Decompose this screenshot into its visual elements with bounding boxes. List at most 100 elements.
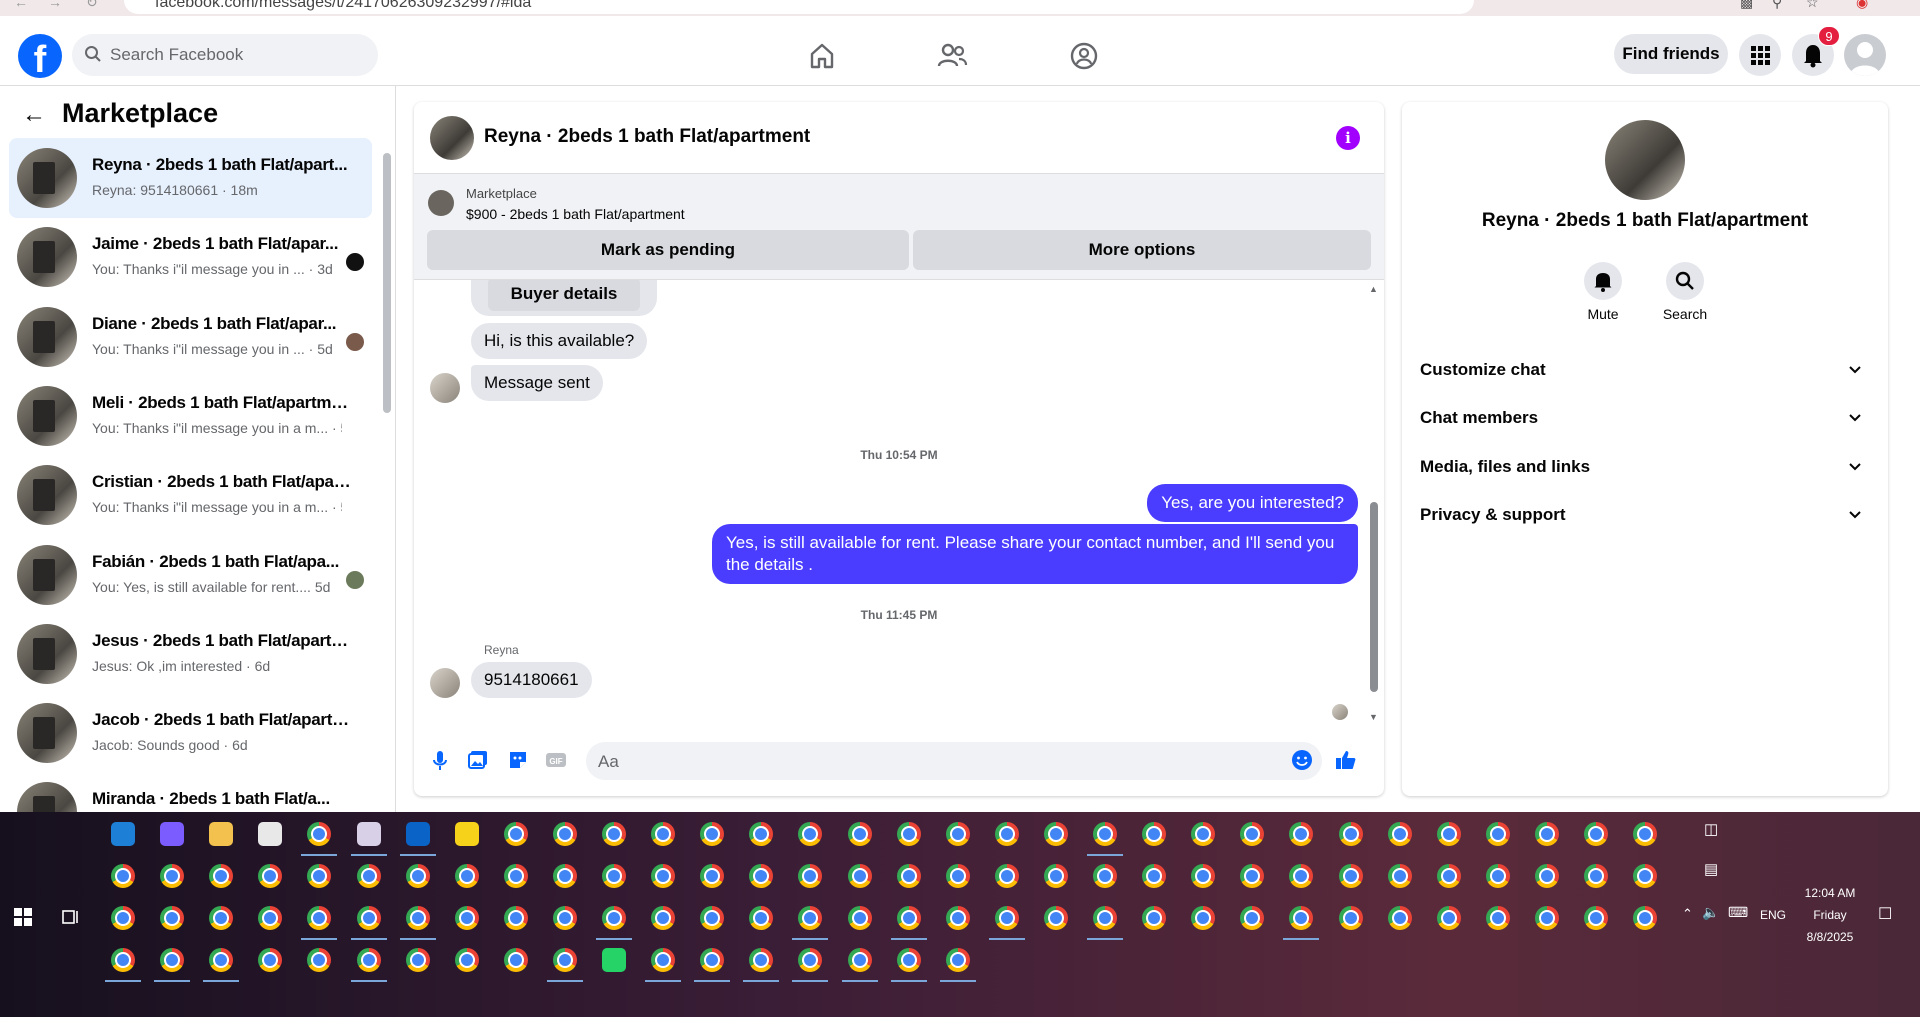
home-icon[interactable] xyxy=(804,38,840,74)
chrome-icon[interactable] xyxy=(994,906,1019,930)
chrome-icon[interactable] xyxy=(1142,864,1167,888)
conversation-item[interactable]: Jacob · 2beds 1 bath Flat/apartm... Jaco… xyxy=(9,693,372,773)
chrome-icon[interactable] xyxy=(945,948,970,972)
task-view-icon[interactable] xyxy=(62,908,80,926)
clock-date[interactable]: 8/8/2025 xyxy=(1798,930,1862,944)
copilot-icon[interactable] xyxy=(160,822,185,846)
profile-icon[interactable]: ◉ xyxy=(1856,0,1868,11)
chrome-icon[interactable] xyxy=(896,864,921,888)
chrome-icon[interactable] xyxy=(160,864,185,888)
chrome-icon[interactable] xyxy=(1485,864,1510,888)
volume-icon[interactable]: 🔈 xyxy=(1702,904,1719,921)
chrome-icon[interactable] xyxy=(1289,906,1314,930)
chrome-icon[interactable] xyxy=(1142,906,1167,930)
chrome-icon[interactable] xyxy=(1584,864,1608,888)
chrome-icon[interactable] xyxy=(307,822,332,846)
chrome-icon[interactable] xyxy=(847,864,872,888)
back-icon[interactable]: ← xyxy=(14,0,28,10)
file-explorer-icon[interactable] xyxy=(209,822,234,846)
chrome-icon[interactable] xyxy=(1436,864,1461,888)
chrome-icon[interactable] xyxy=(1043,864,1068,888)
more-options-button[interactable]: More options xyxy=(913,230,1371,270)
chrome-icon[interactable] xyxy=(896,948,921,972)
menu-grid-button[interactable] xyxy=(1739,34,1781,76)
chrome-icon[interactable] xyxy=(1191,822,1216,846)
chrome-icon[interactable] xyxy=(602,822,626,846)
bookmark-star-icon[interactable]: ☆ xyxy=(1806,0,1819,11)
conversation-item[interactable]: Fabián · 2beds 1 bath Flat/apa... You: Y… xyxy=(9,535,372,615)
chrome-icon[interactable] xyxy=(552,864,577,888)
chrome-icon[interactable] xyxy=(1338,822,1363,846)
chrome-icon[interactable] xyxy=(160,906,185,930)
microphone-icon[interactable] xyxy=(428,748,452,772)
chrome-icon[interactable] xyxy=(1485,906,1510,930)
scroll-down-icon[interactable]: ▼ xyxy=(1369,712,1378,722)
chrome-icon[interactable] xyxy=(1093,906,1117,930)
conversation-item[interactable]: Miranda · 2beds 1 bath Flat/a... xyxy=(9,772,372,812)
friends-icon[interactable] xyxy=(934,38,970,74)
chrome-icon[interactable] xyxy=(651,822,676,846)
meet-now-icon[interactable]: ◫ xyxy=(1704,820,1718,838)
chrome-icon[interactable] xyxy=(454,948,479,972)
chrome-icon[interactable] xyxy=(1338,864,1363,888)
chrome-icon[interactable] xyxy=(1191,864,1216,888)
chrome-icon[interactable] xyxy=(749,948,774,972)
chrome-icon[interactable] xyxy=(1093,822,1117,846)
chrome-icon[interactable] xyxy=(749,864,774,888)
chrome-icon[interactable] xyxy=(602,906,626,930)
chrome-icon[interactable] xyxy=(945,864,970,888)
conversation-item[interactable]: Jesus · 2beds 1 bath Flat/apartm... Jesu… xyxy=(9,614,372,694)
back-arrow-icon[interactable]: ← xyxy=(22,101,48,129)
windows-start-icon[interactable] xyxy=(14,908,32,926)
customize-chat-row[interactable]: Customize chat xyxy=(1418,348,1872,392)
chrome-icon[interactable] xyxy=(1534,906,1559,930)
groups-icon[interactable] xyxy=(1066,38,1102,74)
chrome-icon[interactable] xyxy=(503,864,528,888)
forward-icon[interactable]: → xyxy=(48,0,62,10)
thumbs-up-icon[interactable] xyxy=(1334,748,1358,772)
chat-scrollbar[interactable] xyxy=(1370,502,1378,692)
chrome-icon[interactable] xyxy=(111,906,135,930)
chrome-icon[interactable] xyxy=(798,948,823,972)
chrome-icon[interactable] xyxy=(503,948,528,972)
chrome-icon[interactable] xyxy=(945,822,970,846)
chrome-icon[interactable] xyxy=(1043,906,1068,930)
chrome-icon[interactable] xyxy=(1633,822,1658,846)
chrome-icon[interactable] xyxy=(356,948,381,972)
chrome-icon[interactable] xyxy=(749,906,774,930)
chrome-icon[interactable] xyxy=(700,864,725,888)
search-input[interactable]: Search Facebook xyxy=(72,34,378,76)
keyboard-icon[interactable]: ⌨ xyxy=(1728,904,1748,921)
mark-as-pending-button[interactable]: Mark as pending xyxy=(427,230,909,270)
chrome-icon[interactable] xyxy=(307,906,332,930)
chrome-icon[interactable] xyxy=(1142,822,1167,846)
chrome-icon[interactable] xyxy=(405,948,430,972)
chrome-icon[interactable] xyxy=(503,822,528,846)
chrome-icon[interactable] xyxy=(1289,864,1314,888)
notification-center-icon[interactable]: ☐ xyxy=(1878,904,1892,924)
scroll-up-icon[interactable]: ▲ xyxy=(1369,284,1378,294)
chrome-icon[interactable] xyxy=(552,906,577,930)
chrome-icon[interactable] xyxy=(651,906,676,930)
account-avatar[interactable] xyxy=(1844,34,1886,76)
reload-icon[interactable]: ↻ xyxy=(86,0,98,11)
conversation-item[interactable]: Reyna · 2beds 1 bath Flat/apart... Reyna… xyxy=(9,138,372,218)
tablet-mode-icon[interactable]: ▤ xyxy=(1704,860,1718,878)
chrome-icon[interactable] xyxy=(1093,864,1117,888)
chat-avatar[interactable] xyxy=(430,116,474,160)
info-icon[interactable]: i xyxy=(1336,126,1360,150)
chrome-icon[interactable] xyxy=(1633,906,1658,930)
chrome-icon[interactable] xyxy=(356,906,381,930)
gif-icon[interactable]: GIF xyxy=(544,748,568,772)
sticker-icon[interactable] xyxy=(506,748,530,772)
chrome-icon[interactable] xyxy=(552,948,577,972)
chrome-icon[interactable] xyxy=(1387,822,1412,846)
chrome-icon[interactable] xyxy=(700,822,725,846)
conversation-item[interactable]: Jaime · 2beds 1 bath Flat/apar... You: T… xyxy=(9,217,372,297)
chrome-icon[interactable] xyxy=(700,906,725,930)
url-text[interactable]: facebook.com/messages/t/2417062630923299… xyxy=(155,0,531,12)
chrome-icon[interactable] xyxy=(1191,906,1216,930)
chrome-icon[interactable] xyxy=(258,906,283,930)
chrome-icon[interactable] xyxy=(307,948,332,972)
chrome-icon[interactable] xyxy=(552,822,577,846)
